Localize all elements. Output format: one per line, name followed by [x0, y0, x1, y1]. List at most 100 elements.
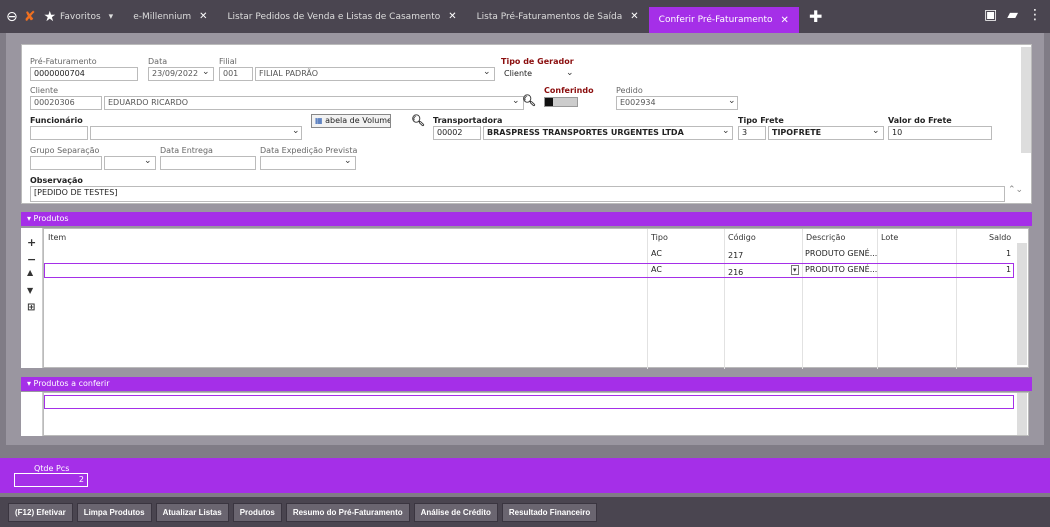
grupo-separacao-label: Grupo Separação [30, 146, 100, 155]
data-label: Data [148, 57, 168, 66]
tipo-frete-select[interactable]: TIPOFRETE [768, 126, 884, 140]
resultado-financeiro-button[interactable]: Resultado Financeiro [501, 502, 598, 522]
top-bar: ⊖ ✘ ★ Favoritos ▾ e-Millennium ✕ Listar Pe… [0, 0, 1050, 33]
cliente-name-field[interactable]: EDUARDO RICARDO [104, 96, 524, 110]
button-bar: (F12) Efetivar Limpa Produtos Atualizar … [0, 497, 1050, 527]
data-entrega-field[interactable] [160, 156, 256, 170]
produtos-section-header[interactable]: ▾ Produtos [21, 212, 1032, 226]
tab-conferir[interactable]: Conferir Pré-Faturamento ✕ [648, 7, 799, 33]
clipboard-icon[interactable]: ▣ [984, 7, 997, 23]
produtos-conferir-header[interactable]: ▾ Produtos a conferir [21, 377, 1032, 391]
chevron-down-icon[interactable]: ⌄ [512, 96, 520, 106]
pre-faturamento-label: Pré-Faturamento [30, 57, 97, 66]
chevron-down-icon[interactable]: ⌄ [483, 67, 491, 77]
valor-frete-field[interactable]: 10 [888, 126, 992, 140]
table-row[interactable]: AC 216 ▾ PRODUTO GENÉ... 1 [44, 263, 1014, 278]
chevron-down-icon[interactable]: ⌄ [872, 126, 880, 136]
pedido-field[interactable]: E002934 [616, 96, 738, 110]
analise-credito-button[interactable]: Análise de Crédito [413, 502, 498, 522]
tipo-frete-label: Tipo Frete [738, 116, 784, 125]
chevron-down-icon[interactable]: ⌄ [728, 96, 736, 106]
calendar-icon: ▦ [315, 116, 326, 125]
close-icon[interactable]: ✕ [199, 11, 207, 22]
minus-icon[interactable]: − [27, 253, 36, 266]
pre-faturamento-field[interactable]: 0000000704 [30, 67, 138, 81]
cliente-code-field[interactable]: 00020306 [30, 96, 102, 110]
header-panel: Pré-Faturamento 0000000704 Data 23/09/20… [21, 44, 1032, 204]
filial-name-field[interactable]: FILIAL PADRÃO [255, 67, 495, 81]
qtde-pcs-field: 2 [14, 473, 88, 487]
observacao-label: Observação [30, 176, 83, 185]
collapse-icon[interactable]: ⌃⌄ [1008, 185, 1023, 195]
codigo-dropdown-icon[interactable]: ▾ [791, 265, 799, 275]
tipo-gerador-label: Tipo de Gerador [501, 57, 574, 66]
col-header-lote[interactable]: Lote [881, 233, 898, 242]
valor-frete-label: Valor do Frete [888, 116, 952, 125]
tab-lista-pre-faturamentos[interactable]: Lista Pré-Faturamentos de Saída ✕ [467, 0, 649, 33]
atualizar-listas-button[interactable]: Atualizar Listas [155, 502, 229, 522]
col-header-item[interactable]: Item [48, 233, 66, 242]
close-icon[interactable]: ✕ [781, 15, 789, 26]
chevron-down-icon[interactable]: ⌄ [722, 126, 730, 136]
tab-favoritos[interactable]: Favoritos ▾ [56, 0, 123, 33]
logo-icon: ✘ [23, 8, 36, 25]
col-header-saldo[interactable]: Saldo [989, 233, 1011, 242]
conferir-input-row[interactable] [44, 395, 1014, 409]
close-icon[interactable]: ✕ [630, 11, 638, 22]
table-row[interactable]: AC 217 PRODUTO GENÉ... 1 [44, 247, 1014, 261]
search-icon[interactable]: 🔍︎ [522, 94, 536, 107]
produtos-conferir-grid [43, 392, 1029, 436]
add-tab-icon[interactable]: ✚ [809, 7, 822, 26]
header-scrollbar[interactable] [1021, 47, 1031, 153]
grupo-separacao-field[interactable] [30, 156, 102, 170]
filial-label: Filial [219, 57, 237, 66]
data-entrega-label: Data Entrega [160, 146, 213, 155]
funcionario-name-field[interactable] [90, 126, 302, 140]
resumo-button[interactable]: Resumo do Pré-Faturamento [285, 502, 410, 522]
transportadora-label: Transportadora [433, 116, 503, 125]
cliente-label: Cliente [30, 86, 59, 95]
arrow-up-icon[interactable]: ▲ [27, 268, 33, 277]
data-expedicao-field[interactable] [260, 156, 356, 170]
funcionario-code-field[interactable] [30, 126, 88, 140]
col-header-codigo[interactable]: Código [728, 233, 756, 242]
more-icon[interactable]: ⋮ [1028, 7, 1042, 23]
chevron-down-icon[interactable]: ⌄ [144, 156, 152, 166]
data-expedicao-label: Data Expedição Prevista [260, 146, 358, 155]
footer-bar: Qtde Pcs 2 [0, 458, 1050, 493]
observacao-field[interactable]: [PEDIDO DE TESTES] [30, 186, 1005, 202]
close-icon[interactable]: ✕ [448, 11, 456, 22]
plus-icon[interactable]: + [27, 236, 36, 249]
search-icon[interactable]: 🔍︎ [411, 114, 425, 127]
chevron-down-icon[interactable]: ⌄ [566, 68, 574, 78]
expand-icon[interactable]: ⊞ [27, 302, 35, 313]
funcionario-label: Funcionário [30, 116, 83, 125]
produtos-grid: Item Tipo Código Descrição Lote Saldo AC… [43, 228, 1029, 369]
produtos-button[interactable]: Produtos [232, 502, 282, 522]
tab-emillennium[interactable]: e-Millennium ✕ [123, 0, 217, 33]
pedido-label: Pedido [616, 86, 643, 95]
tab-listar-pedidos[interactable]: Listar Pedidos de Venda e Listas de Casa… [218, 0, 467, 33]
col-header-descricao[interactable]: Descrição [806, 233, 845, 242]
qtde-pcs-label: Qtde Pcs [34, 464, 70, 473]
tipo-frete-code-field[interactable]: 3 [738, 126, 766, 140]
col-header-tipo[interactable]: Tipo [651, 233, 668, 242]
back-icon[interactable]: ⊖ [6, 9, 18, 25]
transportadora-code-field[interactable]: 00002 [433, 126, 481, 140]
star-icon: ★ [43, 8, 57, 25]
limpa-produtos-button[interactable]: Limpa Produtos [76, 502, 152, 522]
filial-code-field[interactable]: 001 [219, 67, 253, 81]
tabela-volume-button[interactable]: ▦ abela de Volume [311, 114, 391, 128]
conferir-scrollbar[interactable] [1017, 393, 1027, 435]
chat-icon[interactable]: ▰ [1007, 7, 1018, 23]
conferindo-label: Conferindo [544, 86, 594, 95]
chevron-down-icon[interactable]: ⌄ [292, 126, 300, 136]
chevron-down-icon[interactable]: ⌄ [344, 156, 352, 166]
produtos-scrollbar[interactable] [1017, 243, 1027, 365]
conferindo-toggle[interactable] [544, 97, 578, 107]
transportadora-name-field[interactable]: BRASPRESS TRANSPORTES URGENTES LTDA [483, 126, 733, 140]
efetivar-button[interactable]: (F12) Efetivar [8, 502, 73, 522]
produtos-side-toolbar: + − ▲ ▼ ⊞ [21, 228, 43, 368]
chevron-down-icon[interactable]: ⌄ [202, 67, 210, 77]
arrow-down-icon[interactable]: ▼ [27, 286, 33, 295]
